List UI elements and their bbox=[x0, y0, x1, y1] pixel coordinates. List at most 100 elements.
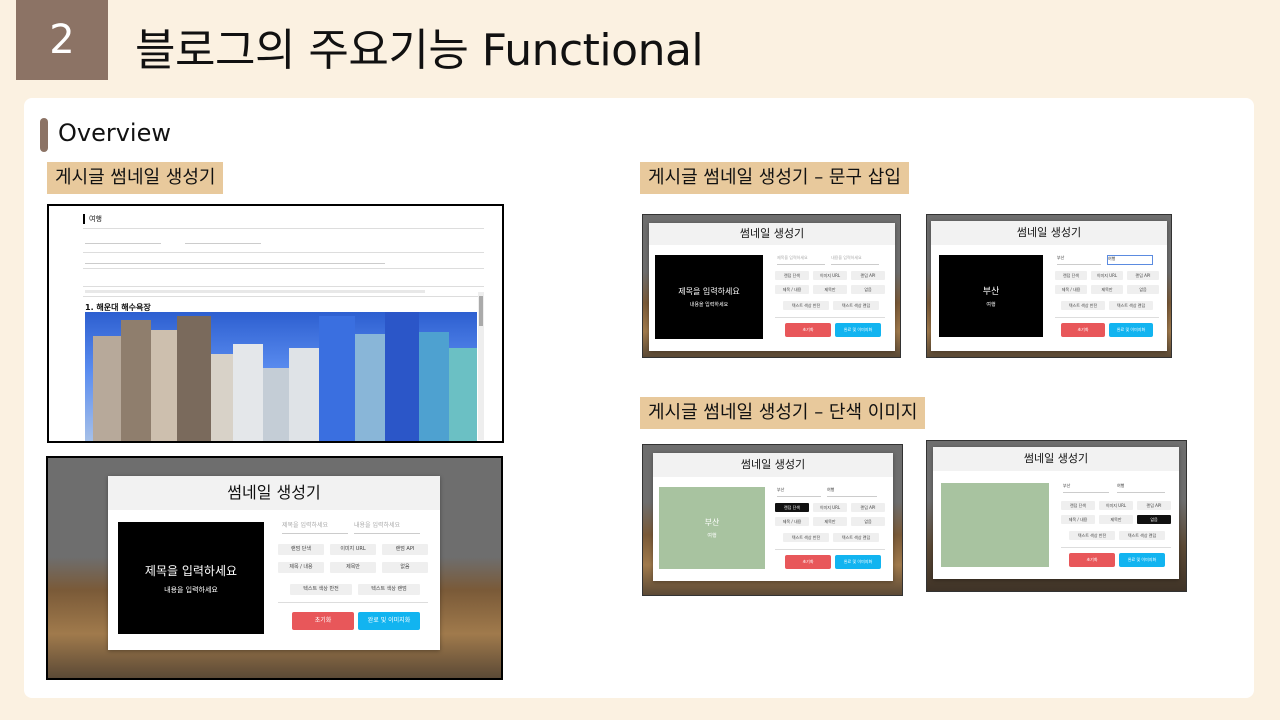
title-content-button[interactable]: 제목 / 내용 bbox=[775, 285, 809, 294]
none-button[interactable]: 없음 bbox=[851, 517, 885, 526]
random-color-button[interactable]: 랜덤 단색 bbox=[1055, 271, 1087, 280]
thumbnail-preview: 제목을 입력하세요 내용을 입력하세요 bbox=[118, 522, 264, 634]
invert-text-color-button[interactable]: 텍스트 색상 반전 bbox=[783, 301, 829, 310]
divider bbox=[83, 268, 484, 269]
random-api-button[interactable]: 랜덤 API bbox=[382, 544, 428, 555]
blog-editor-screenshot: 여행 1. 해운대 해수욕장 bbox=[47, 204, 504, 443]
random-api-button[interactable]: 랜덤 API bbox=[1127, 271, 1159, 280]
title-input[interactable]: 제목을 입력하세요 bbox=[777, 255, 825, 265]
none-button[interactable]: 없음 bbox=[382, 562, 428, 573]
content-input[interactable]: 여행 bbox=[827, 487, 877, 497]
thumbnail-preview: 제목을 입력하세요 내용을 입력하세요 bbox=[655, 255, 763, 339]
generator-title: 썸네일 생성기 bbox=[108, 476, 440, 510]
blog-category: 여행 bbox=[83, 214, 102, 224]
random-api-button[interactable]: 랜덤 API bbox=[851, 271, 885, 280]
title-only-button[interactable]: 제목만 bbox=[813, 517, 847, 526]
title-content-button[interactable]: 제목 / 내용 bbox=[1061, 515, 1095, 524]
finish-button[interactable]: 완료 및 이미지화 bbox=[835, 323, 881, 337]
solid-image-screenshot-1: 썸네일 생성기 부산 여행 부산 여행 랜덤 단색 이미지 URL 랜덤 API… bbox=[642, 444, 903, 596]
title-content-button[interactable]: 제목 / 내용 bbox=[775, 517, 809, 526]
content-input[interactable]: 여행 bbox=[1107, 255, 1153, 265]
random-text-color-button[interactable]: 텍스트 색상 랜덤 bbox=[358, 584, 420, 595]
title-only-button[interactable]: 제목만 bbox=[1099, 515, 1133, 524]
random-text-color-button[interactable]: 텍스트 색상 랜덤 bbox=[1109, 301, 1153, 310]
generator-card: 썸네일 생성기 제목을 입력하세요 내용을 입력하세요 제목을 입력하세요 내용… bbox=[108, 476, 440, 650]
title-input[interactable]: 제목을 입력하세요 bbox=[282, 520, 348, 534]
invert-text-color-button[interactable]: 텍스트 색상 반전 bbox=[290, 584, 352, 595]
image-url-button[interactable]: 이미지 URL bbox=[1091, 271, 1123, 280]
generator-card: 썸네일 생성기 부산 여행 부산 여행 랜덤 단색 이미지 URL 랜덤 API… bbox=[653, 453, 893, 581]
none-button[interactable]: 없음 bbox=[851, 285, 885, 294]
preview-title: 부산 bbox=[982, 287, 1000, 297]
invert-text-color-button[interactable]: 텍스트 색상 반전 bbox=[783, 533, 829, 542]
image-url-button[interactable]: 이미지 URL bbox=[813, 503, 847, 512]
generator-title: 썸네일 생성기 bbox=[649, 223, 895, 245]
random-color-button[interactable]: 랜덤 단색 bbox=[1061, 501, 1095, 510]
thumbnail-preview bbox=[941, 483, 1049, 567]
content-input[interactable]: 내용을 입력하세요 bbox=[354, 520, 420, 534]
divider bbox=[775, 549, 885, 550]
content-input[interactable]: 여행 bbox=[1117, 483, 1165, 493]
random-color-button[interactable]: 랜덤 단색 bbox=[775, 271, 809, 280]
invert-text-color-button[interactable]: 텍스트 색상 반전 bbox=[1069, 531, 1115, 540]
section-tag-thumbnail: 게시글 썸네일 생성기 bbox=[47, 162, 224, 194]
preview-subtitle: 여행 bbox=[707, 533, 717, 539]
reset-button[interactable]: 초기화 bbox=[785, 555, 831, 569]
overview-label: Overview bbox=[58, 119, 171, 147]
reset-button[interactable]: 초기화 bbox=[292, 612, 354, 630]
random-text-color-button[interactable]: 텍스트 색상 랜덤 bbox=[833, 301, 879, 310]
divider bbox=[83, 296, 484, 297]
title-input[interactable]: 부산 bbox=[777, 487, 821, 497]
divider bbox=[83, 286, 484, 287]
divider bbox=[83, 252, 484, 253]
title-only-button[interactable]: 제목만 bbox=[330, 562, 376, 573]
divider bbox=[1055, 317, 1159, 318]
finish-button[interactable]: 완료 및 이미지화 bbox=[358, 612, 420, 630]
title-content-button[interactable]: 제목 / 내용 bbox=[1055, 285, 1087, 294]
generator-title: 썸네일 생성기 bbox=[931, 221, 1167, 245]
section-tag-text-insert: 게시글 썸네일 생성기 – 문구 삽입 bbox=[640, 162, 909, 194]
random-api-button[interactable]: 랜덤 API bbox=[1137, 501, 1171, 510]
random-color-button[interactable]: 랜덤 단색 bbox=[278, 544, 324, 555]
generator-screenshot-large: 썸네일 생성기 제목을 입력하세요 내용을 입력하세요 제목을 입력하세요 내용… bbox=[46, 456, 503, 680]
title-content-button[interactable]: 제목 / 내용 bbox=[278, 562, 324, 573]
preview-title: 제목을 입력하세요 bbox=[678, 287, 740, 296]
title-only-button[interactable]: 제목만 bbox=[1091, 285, 1123, 294]
title-input[interactable]: 부산 bbox=[1057, 255, 1101, 265]
editor-select bbox=[185, 236, 261, 244]
random-api-button[interactable]: 랜덤 API bbox=[851, 503, 885, 512]
thumbnail-preview: 부산 여행 bbox=[659, 487, 765, 569]
random-color-button[interactable]: 랜덤 단색 bbox=[775, 503, 809, 512]
text-insert-screenshot-2: 썸네일 생성기 부산 여행 부산 여행 랜덤 단색 이미지 URL 랜덤 API… bbox=[926, 214, 1172, 358]
random-text-color-button[interactable]: 텍스트 색상 랜덤 bbox=[833, 533, 879, 542]
none-button[interactable]: 없음 bbox=[1137, 515, 1171, 524]
random-text-color-button[interactable]: 텍스트 색상 랜덤 bbox=[1119, 531, 1165, 540]
reset-button[interactable]: 초기화 bbox=[785, 323, 831, 337]
solid-image-screenshot-2: 썸네일 생성기 부산 여행 랜덤 단색 이미지 URL 랜덤 API 제목 / … bbox=[926, 440, 1187, 592]
finish-button[interactable]: 완료 및 이미지화 bbox=[835, 555, 881, 569]
preview-title: 제목을 입력하세요 bbox=[144, 563, 238, 578]
title-only-button[interactable]: 제목만 bbox=[813, 285, 847, 294]
reset-button[interactable]: 초기화 bbox=[1069, 553, 1115, 567]
image-url-button[interactable]: 이미지 URL bbox=[813, 271, 847, 280]
editor-input bbox=[85, 256, 385, 264]
generator-title: 썸네일 생성기 bbox=[653, 453, 893, 477]
preview-title: 부산 bbox=[704, 518, 720, 527]
invert-text-color-button[interactable]: 텍스트 색상 반전 bbox=[1061, 301, 1105, 310]
generator-title: 썸네일 생성기 bbox=[933, 447, 1179, 471]
editor-toolbar bbox=[85, 290, 425, 293]
scrollbar-thumb bbox=[479, 296, 483, 326]
image-url-button[interactable]: 이미지 URL bbox=[330, 544, 376, 555]
image-url-button[interactable]: 이미지 URL bbox=[1099, 501, 1133, 510]
preview-subtitle: 여행 bbox=[986, 302, 996, 308]
divider bbox=[278, 602, 428, 603]
none-button[interactable]: 없음 bbox=[1127, 285, 1159, 294]
text-insert-screenshot-1: 썸네일 생성기 제목을 입력하세요 내용을 입력하세요 제목을 입력하세요 내용… bbox=[642, 214, 901, 358]
title-input[interactable]: 부산 bbox=[1063, 483, 1109, 493]
finish-button[interactable]: 완료 및 이미지화 bbox=[1109, 323, 1153, 337]
content-input[interactable]: 내용을 입력하세요 bbox=[831, 255, 879, 265]
reset-button[interactable]: 초기화 bbox=[1061, 323, 1105, 337]
page-title: 블로그의 주요기능 Functional bbox=[135, 25, 704, 76]
finish-button[interactable]: 완료 및 이미지화 bbox=[1119, 553, 1165, 567]
generator-card: 썸네일 생성기 부산 여행 랜덤 단색 이미지 URL 랜덤 API 제목 / … bbox=[933, 447, 1179, 579]
